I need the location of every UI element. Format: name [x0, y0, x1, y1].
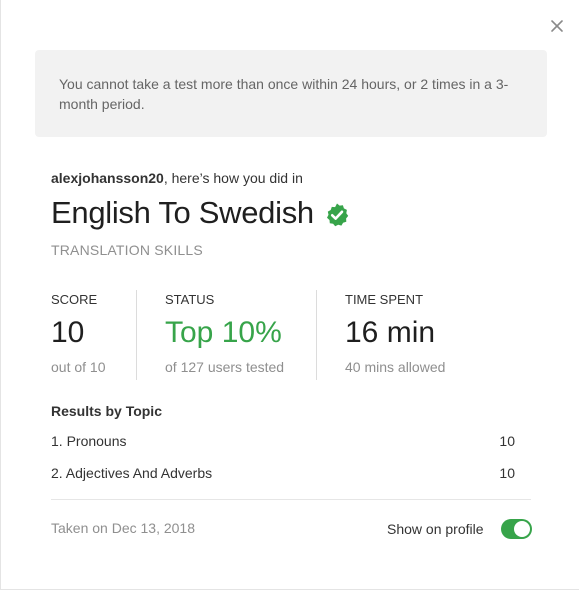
show-on-profile-toggle[interactable] [501, 519, 532, 539]
time-stat: TIME SPENT 16 min 40 mins allowed [316, 290, 516, 380]
close-icon[interactable] [549, 18, 565, 34]
time-label: TIME SPENT [345, 292, 424, 307]
results-title: Results by Topic [51, 403, 162, 419]
status-label: STATUS [165, 292, 215, 307]
status-value: Top 10% [165, 316, 282, 349]
topic-name: 2. Adjectives And Adverbs [51, 465, 213, 481]
test-result-modal: You cannot take a test more than once wi… [0, 0, 579, 590]
stats-row: SCORE 10 out of 10 STATUS Top 10% of 127… [51, 290, 516, 380]
greeting-text: , here’s how you did in [163, 170, 303, 186]
retake-notice: You cannot take a test more than once wi… [35, 50, 547, 137]
greeting: alexjohansson20, here’s how you did in [51, 170, 303, 186]
taken-date: Taken on Dec 13, 2018 [51, 520, 195, 536]
status-sub: of 127 users tested [165, 359, 285, 375]
topic-row: 1. Pronouns 10 [51, 433, 515, 449]
username: alexjohansson20 [51, 170, 164, 186]
time-sub: 40 mins allowed [345, 359, 446, 375]
topic-row: 2. Adjectives And Adverbs 10 [51, 465, 515, 481]
show-on-profile-label: Show on profile [387, 521, 484, 537]
topic-name: 1. Pronouns [51, 433, 127, 449]
score-value: 10 [51, 316, 85, 349]
topic-score: 10 [499, 465, 515, 481]
time-value: 16 min [345, 316, 436, 349]
test-title: English To Swedish [51, 195, 314, 230]
title-row: English To Swedish [51, 195, 350, 231]
test-category: TRANSLATION SKILLS [51, 242, 203, 258]
toggle-knob [514, 521, 530, 537]
status-stat: STATUS Top 10% of 127 users tested [136, 290, 316, 380]
score-sub: out of 10 [51, 359, 106, 375]
score-stat: SCORE 10 out of 10 [51, 290, 136, 380]
topic-score: 10 [499, 433, 515, 449]
divider [51, 499, 531, 500]
check-badge-icon [326, 203, 349, 226]
score-label: SCORE [51, 292, 98, 307]
